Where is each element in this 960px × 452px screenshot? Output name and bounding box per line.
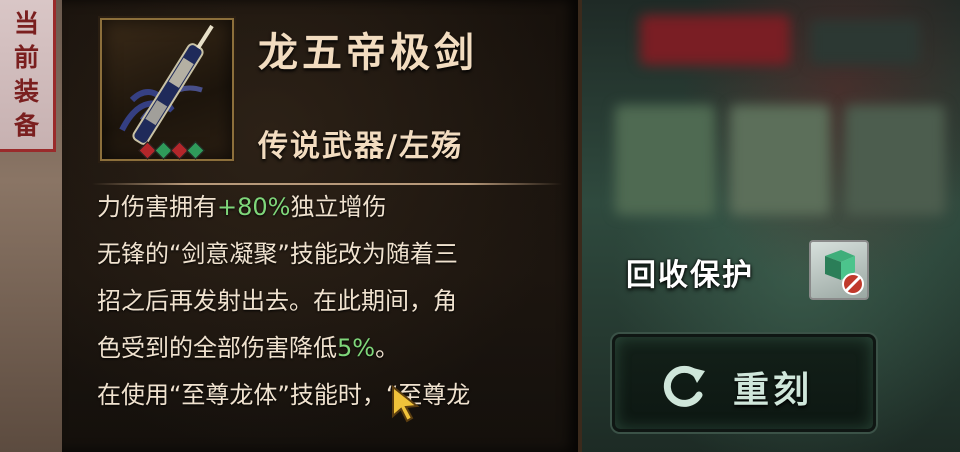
description-text: 。	[375, 334, 400, 362]
blurred-tab	[810, 20, 920, 65]
item-type: 传说武器/左殇	[258, 129, 463, 164]
current-equipment-tab[interactable]: 当 前 装 备	[0, 0, 56, 152]
description-text: 无锋的“剑意凝聚”技能改为随着三	[97, 240, 458, 268]
pointer-cursor-icon	[392, 384, 420, 423]
weapon-icon-frame[interactable]	[100, 18, 234, 161]
description-line: 招之后再发射出去。在此期间，角	[97, 278, 567, 325]
reforge-button-label: 重刻	[733, 369, 814, 411]
description-text: 招之后再发射出去。在此期间，角	[97, 287, 457, 315]
description-text: 色受到的全部伤害降低	[97, 334, 337, 362]
item-detail-panel: 龙五帝极剑 传说武器/左殇 力伤害拥有+80%独立增伤无锋的“剑意凝聚”技能改为…	[62, 0, 582, 452]
recycle-protection-toggle[interactable]	[809, 240, 869, 300]
blurred-inventory-slot	[615, 105, 715, 215]
tab-char: 当	[13, 8, 39, 38]
tab-char: 前	[13, 42, 39, 72]
blurred-tab	[640, 15, 790, 65]
tab-char: 装	[13, 76, 39, 106]
description-line: 色受到的全部伤害降低5%。	[97, 325, 567, 372]
description-text: 力伤害拥有	[97, 193, 217, 221]
highlighted-value: +80%	[217, 193, 291, 221]
description-line: 力伤害拥有+80%独立增伤	[97, 184, 567, 231]
item-name: 龙五帝极剑	[258, 29, 478, 76]
highlighted-value: 5%	[337, 334, 376, 362]
gem-sockets	[134, 140, 208, 160]
green-gem-icon	[185, 140, 205, 160]
tab-char: 备	[13, 110, 39, 140]
description-line: 在使用“至尊龙体”技能时，“至尊龙	[97, 372, 567, 419]
blurred-inventory-slot	[845, 105, 945, 215]
refresh-icon	[663, 365, 705, 407]
recycle-protection-icon	[825, 250, 864, 295]
item-description: 力伤害拥有+80%独立增伤无锋的“剑意凝聚”技能改为随着三 招之后再发射出去。在此…	[97, 184, 567, 419]
recycle-protection-label: 回收保护	[626, 258, 754, 293]
blurred-inventory-slot	[730, 105, 830, 215]
description-text: 独立增伤	[290, 193, 387, 221]
description-line: 无锋的“剑意凝聚”技能改为随着三	[97, 231, 567, 278]
reforge-button[interactable]: 重刻	[612, 334, 876, 432]
